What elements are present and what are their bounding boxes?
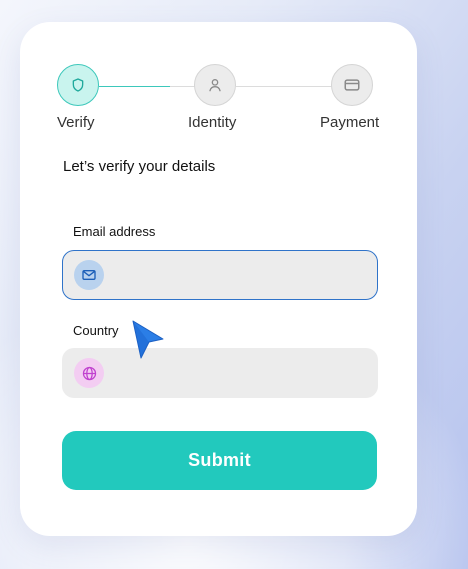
email-label: Email address — [73, 224, 156, 239]
country-label: Country — [73, 323, 119, 338]
submit-button[interactable]: Submit — [62, 431, 377, 490]
verification-card: Verify Identity Payment Let’s verify you… — [20, 22, 417, 536]
mouse-pointer-icon — [132, 320, 164, 359]
step-identity[interactable] — [194, 64, 236, 106]
step-label-verify: Verify — [57, 114, 95, 131]
step-payment[interactable] — [331, 64, 373, 106]
globe-icon — [74, 358, 104, 388]
step-label-payment: Payment — [320, 114, 380, 131]
country-field[interactable] — [62, 348, 378, 400]
user-icon — [209, 79, 221, 92]
card-icon — [344, 79, 360, 91]
stepper-progress-line — [99, 85, 170, 87]
shield-icon — [72, 78, 84, 92]
email-field[interactable] — [62, 250, 378, 301]
form-heading: Let’s verify your details — [63, 158, 216, 175]
mail-icon — [74, 260, 104, 290]
email-input[interactable] — [113, 251, 367, 301]
step-verify[interactable] — [57, 64, 99, 106]
step-label-identity: Identity — [188, 114, 237, 131]
